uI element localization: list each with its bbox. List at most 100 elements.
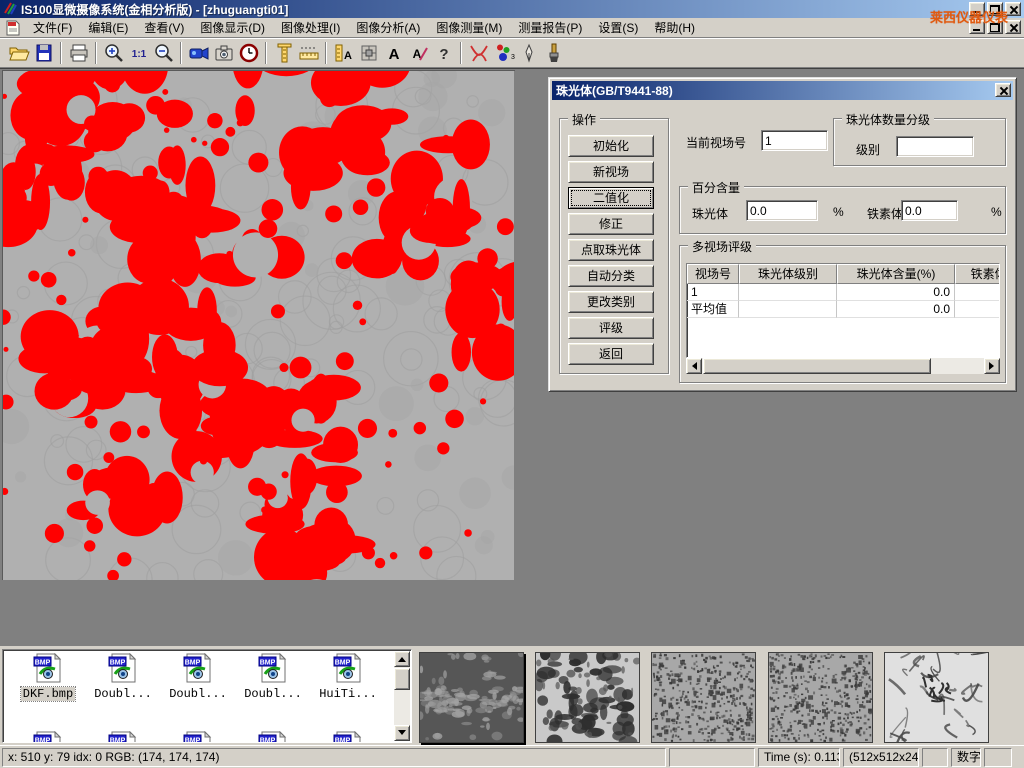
clock-icon bbox=[238, 42, 260, 64]
clock-button[interactable] bbox=[236, 40, 261, 66]
floppy-icon bbox=[33, 42, 55, 64]
folder-open-icon bbox=[8, 42, 30, 64]
vscroll-thumb[interactable] bbox=[394, 668, 410, 690]
zoom-out-icon bbox=[153, 42, 175, 64]
menu-item-5[interactable]: 图像分析(A) bbox=[348, 19, 428, 37]
caliper-button[interactable] bbox=[271, 40, 296, 66]
pen-button[interactable] bbox=[516, 40, 541, 66]
menu-item-3[interactable]: 图像显示(D) bbox=[192, 19, 273, 37]
file-item[interactable]: BMPDoubl... bbox=[88, 653, 158, 701]
thumbnail-2[interactable] bbox=[651, 652, 756, 743]
ruler-button[interactable] bbox=[296, 40, 321, 66]
one-to-one-button[interactable]: 1:1 bbox=[126, 40, 151, 66]
grid-cross-icon bbox=[358, 42, 380, 64]
table-header-cell[interactable]: 珠光体级别 bbox=[739, 264, 837, 284]
op-button-1[interactable]: 新视场 bbox=[568, 161, 654, 183]
scroll-left-button[interactable] bbox=[686, 358, 702, 374]
op-button-7[interactable]: 评级 bbox=[568, 317, 654, 339]
brush-button[interactable] bbox=[541, 40, 566, 66]
zoom-in-button[interactable] bbox=[101, 40, 126, 66]
grid-cross-button[interactable] bbox=[356, 40, 381, 66]
multi-field-table[interactable]: 视场号珠光体级别珠光体含量(%)铁素体含量(%)10.0平均值0.0 bbox=[686, 263, 1000, 358]
file-item-clipped[interactable]: BMP bbox=[163, 731, 233, 743]
curve-button[interactable] bbox=[466, 40, 491, 66]
menu-item-1[interactable]: 编辑(E) bbox=[80, 19, 136, 37]
ferrite-value-input[interactable] bbox=[901, 200, 958, 221]
op-button-3[interactable]: 修正 bbox=[568, 213, 654, 235]
scroll-right-button[interactable] bbox=[984, 358, 1000, 374]
pearlite-value-input[interactable] bbox=[746, 200, 818, 221]
hscroll-thumb[interactable] bbox=[703, 358, 931, 374]
folder-open-button[interactable] bbox=[6, 40, 31, 66]
floppy-button[interactable] bbox=[31, 40, 56, 66]
table-header-cell[interactable]: 视场号 bbox=[687, 264, 739, 284]
table-header-cell[interactable]: 铁素体含量(%) bbox=[955, 264, 1000, 284]
ferrite-label: 铁素体 bbox=[867, 205, 903, 222]
op-button-6[interactable]: 更改类别 bbox=[568, 291, 654, 313]
scroll-down-button[interactable] bbox=[394, 725, 410, 741]
file-item-clipped[interactable]: BMP bbox=[13, 731, 83, 743]
menu-item-7[interactable]: 测量报告(P) bbox=[510, 19, 590, 37]
file-item[interactable]: BMPDKF.bmp bbox=[13, 653, 83, 701]
operations-legend: 操作 bbox=[568, 111, 600, 128]
op-button-5[interactable]: 自动分类 bbox=[568, 265, 654, 287]
file-list[interactable]: BMPDKF.bmpBMPDoubl...BMPDoubl...BMPDoubl… bbox=[2, 649, 412, 743]
ruler-icon bbox=[298, 42, 320, 64]
file-item-clipped[interactable]: BMP bbox=[238, 731, 308, 743]
table-row[interactable]: 平均值0.0 bbox=[687, 301, 1000, 318]
svg-text:A: A bbox=[388, 46, 399, 63]
op-button-2[interactable]: 二值化 bbox=[568, 187, 654, 209]
table-cell bbox=[739, 284, 837, 301]
status-bar: x: 510 y: 79 idx: 0 RGB: (174, 174, 174)… bbox=[0, 745, 1024, 768]
filelist-vscrollbar[interactable] bbox=[394, 651, 410, 741]
app-logo-icon bbox=[3, 1, 17, 18]
thumbnail-0[interactable] bbox=[419, 652, 524, 743]
table-header-cell[interactable]: 珠光体含量(%) bbox=[837, 264, 955, 284]
pearlite-label: 珠光体 bbox=[692, 205, 728, 222]
bmp-file-icon: BMP bbox=[258, 731, 288, 743]
metallographic-image[interactable] bbox=[2, 70, 515, 580]
text-button[interactable]: A bbox=[381, 40, 406, 66]
menu-item-9[interactable]: 帮助(H) bbox=[646, 19, 703, 37]
current-field-input[interactable] bbox=[761, 130, 828, 151]
menu-item-6[interactable]: 图像测量(M) bbox=[428, 19, 510, 37]
thumbnail-4[interactable] bbox=[884, 652, 989, 743]
video-camera-button[interactable] bbox=[186, 40, 211, 66]
menu-item-0[interactable]: 文件(F) bbox=[25, 19, 80, 37]
camera-button[interactable] bbox=[211, 40, 236, 66]
menu-item-2[interactable]: 查看(V) bbox=[136, 19, 192, 37]
file-item[interactable]: BMPDoubl... bbox=[238, 653, 308, 701]
brush-icon bbox=[543, 42, 565, 64]
thumbnail-1[interactable] bbox=[535, 652, 640, 743]
vendor-watermark: 莱西仪器仪表 bbox=[930, 7, 1024, 26]
svg-text:1:1: 1:1 bbox=[131, 49, 146, 60]
menu-item-4[interactable]: 图像处理(I) bbox=[273, 19, 348, 37]
dialog-title-bar: 珠光体(GB/T9441-88) bbox=[552, 81, 1013, 100]
toolbar-separator bbox=[95, 42, 97, 64]
file-browser-panel: BMPDKF.bmpBMPDoubl...BMPDoubl...BMPDoubl… bbox=[0, 645, 1024, 745]
counter-button[interactable]: 3 bbox=[491, 40, 516, 66]
status-blank-3 bbox=[984, 748, 1012, 767]
file-item[interactable]: BMPDoubl... bbox=[163, 653, 233, 701]
op-button-8[interactable]: 返回 bbox=[568, 343, 654, 365]
table-cell bbox=[739, 301, 837, 318]
menu-item-8[interactable]: 设置(S) bbox=[590, 19, 646, 37]
op-button-0[interactable]: 初始化 bbox=[568, 135, 654, 157]
thumbnail-3[interactable] bbox=[768, 652, 873, 743]
dialog-close-button[interactable] bbox=[995, 83, 1011, 97]
file-item-clipped[interactable]: BMP bbox=[88, 731, 158, 743]
zoom-out-button[interactable] bbox=[151, 40, 176, 66]
file-item-clipped[interactable]: BMP bbox=[313, 731, 383, 743]
dialog-title: 珠光体(GB/T9441-88) bbox=[556, 82, 673, 99]
help-button[interactable]: ? bbox=[431, 40, 456, 66]
table-hscrollbar[interactable] bbox=[686, 358, 1000, 374]
pearlite-unit: % bbox=[833, 205, 844, 219]
level-input[interactable] bbox=[896, 136, 974, 157]
op-button-4[interactable]: 点取珠光体 bbox=[568, 239, 654, 261]
table-row[interactable]: 10.0 bbox=[687, 284, 1000, 301]
printer-button[interactable] bbox=[66, 40, 91, 66]
annotate-button[interactable]: A bbox=[406, 40, 431, 66]
file-item[interactable]: BMPHuiTi... bbox=[313, 653, 383, 701]
scroll-up-button[interactable] bbox=[394, 651, 410, 667]
measure-text-button[interactable]: A bbox=[331, 40, 356, 66]
